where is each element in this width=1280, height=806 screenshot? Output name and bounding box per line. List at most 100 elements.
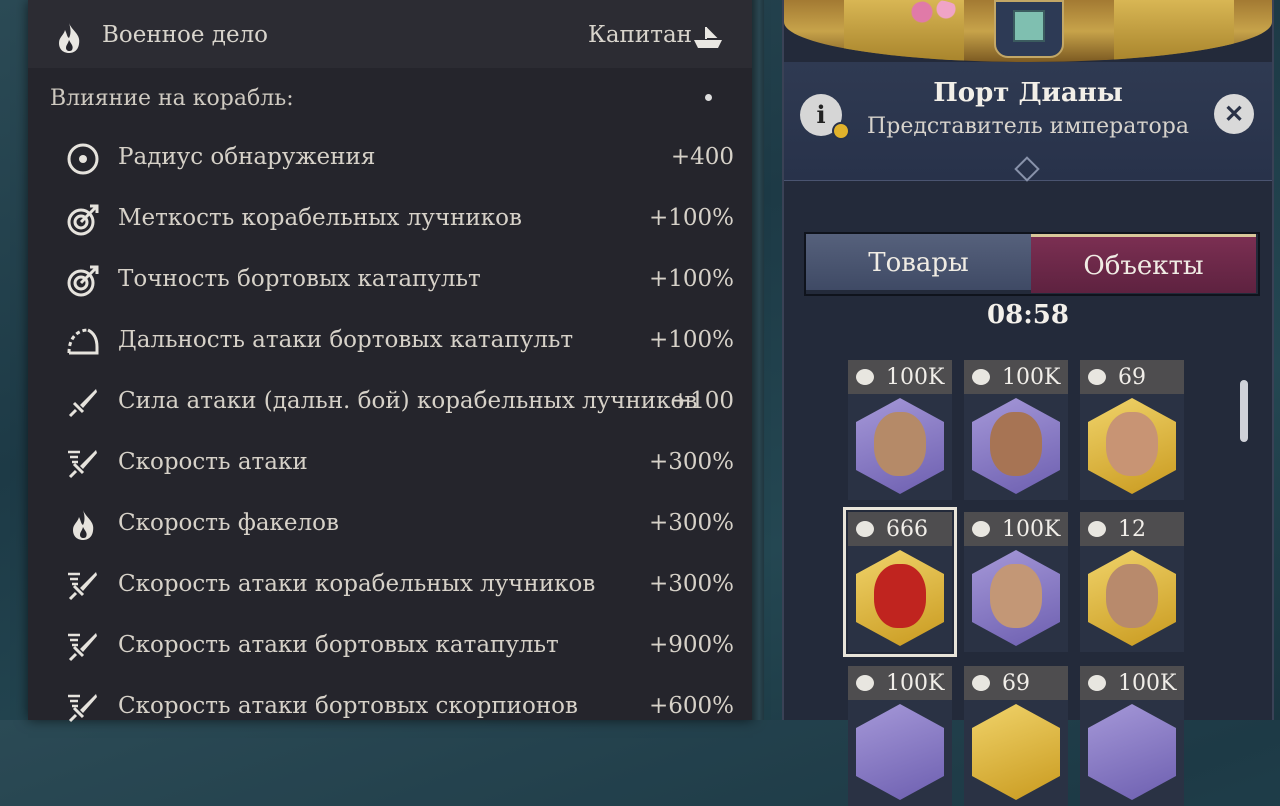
stat-label: Скорость атаки bbox=[118, 449, 308, 475]
price-value: 100K bbox=[1002, 517, 1061, 542]
item-card[interactable]: 100K bbox=[848, 360, 952, 500]
stat-value: +100% bbox=[648, 266, 734, 292]
section-label: Влияние на корабль: bbox=[50, 86, 294, 111]
item-grid: 100K 100K 69 666 100K 12 100K 69 100K bbox=[843, 360, 1188, 806]
stat-label: Скорость атаки корабельных лучников bbox=[118, 571, 596, 597]
stat-label: Точность бортовых катапульт bbox=[118, 266, 481, 292]
target-icon bbox=[67, 143, 99, 175]
stat-row: Точность бортовых катапульт +100% bbox=[28, 252, 752, 310]
portrait bbox=[990, 412, 1042, 476]
item-card[interactable]: 100K bbox=[1080, 666, 1184, 806]
stat-value: +400 bbox=[670, 144, 734, 170]
stat-row: Скорость факелов +300% bbox=[28, 496, 752, 554]
item-card[interactable]: 12 bbox=[1080, 512, 1184, 652]
price-tag: 12 bbox=[1080, 512, 1184, 546]
stat-label: Сила атаки (дальн. бой) корабельных лучн… bbox=[118, 388, 698, 414]
item-card[interactable]: 100K bbox=[848, 666, 952, 806]
item-card[interactable]: 69 bbox=[964, 666, 1068, 806]
port-subtitle: Представитель императора bbox=[867, 114, 1189, 139]
flame-icon bbox=[59, 23, 80, 53]
price-tag: 69 bbox=[964, 666, 1068, 700]
fast-sword-icon bbox=[68, 572, 97, 601]
rank-label: Капитан bbox=[588, 22, 692, 48]
tooltip-title: Военное дело bbox=[102, 22, 269, 48]
stat-row: Дальность атаки бортовых катапульт +100% bbox=[28, 313, 752, 371]
port-banner bbox=[784, 0, 1272, 62]
coin-icon bbox=[856, 675, 874, 691]
bullseye-arrow-icon bbox=[67, 265, 99, 297]
item-card[interactable]: 100K bbox=[964, 512, 1068, 652]
price-value: 666 bbox=[886, 517, 928, 542]
portrait-frame bbox=[1088, 704, 1176, 800]
stat-value: +100 bbox=[670, 388, 734, 414]
stat-label: Скорость атаки бортовых катапульт bbox=[118, 632, 559, 658]
stat-value: +300% bbox=[648, 449, 734, 475]
portrait bbox=[874, 564, 926, 628]
skill-tooltip: Военное дело Капитан Влияние на корабль:… bbox=[28, 0, 753, 723]
price-value: 100K bbox=[1002, 365, 1061, 390]
port-tabs: Товары Объекты bbox=[804, 232, 1260, 296]
price-value: 100K bbox=[886, 365, 945, 390]
flame-icon bbox=[73, 510, 94, 540]
coin-icon bbox=[1088, 675, 1106, 691]
stat-value: +300% bbox=[648, 571, 734, 597]
stat-value: +600% bbox=[648, 693, 734, 719]
port-title: Порт Дианы bbox=[933, 78, 1123, 108]
ship-icon bbox=[694, 27, 722, 48]
price-value: 69 bbox=[1118, 365, 1146, 390]
scrollbar-thumb[interactable] bbox=[1240, 380, 1248, 442]
item-card[interactable]: 100K bbox=[964, 360, 1068, 500]
port-emblem bbox=[994, 0, 1064, 58]
stat-label: Скорость атаки бортовых скорпионов bbox=[118, 693, 578, 719]
portrait bbox=[1106, 412, 1158, 476]
coin-icon bbox=[856, 369, 874, 385]
stat-row: Меткость корабельных лучников +100% bbox=[28, 191, 752, 249]
stat-label: Радиус обнаружения bbox=[118, 144, 376, 170]
port-panel: i Порт Дианы Представитель императора ✕ … bbox=[782, 0, 1274, 806]
stat-row: Скорость атаки бортовых катапульт +900% bbox=[28, 618, 752, 676]
price-tag: 100K bbox=[964, 512, 1068, 546]
stat-row: Скорость атаки корабельных лучников +300… bbox=[28, 557, 752, 615]
stat-value: +300% bbox=[648, 510, 734, 536]
divider-ornament bbox=[1014, 156, 1040, 182]
coin-icon bbox=[856, 521, 874, 537]
sword-icon bbox=[68, 389, 97, 418]
close-button[interactable]: ✕ bbox=[1214, 94, 1254, 134]
coin-icon bbox=[972, 521, 990, 537]
coin-icon bbox=[972, 369, 990, 385]
stat-value: +100% bbox=[648, 205, 734, 231]
stat-row: Сила атаки (дальн. бой) корабельных лучн… bbox=[28, 374, 752, 432]
portrait-frame bbox=[972, 704, 1060, 800]
bullet-dot bbox=[705, 94, 712, 101]
bullseye-arrow-icon bbox=[67, 204, 99, 236]
stat-label: Меткость корабельных лучников bbox=[118, 205, 522, 231]
banner-figure-right bbox=[1114, 0, 1234, 62]
price-value: 100K bbox=[886, 671, 945, 696]
price-tag: 100K bbox=[848, 666, 952, 700]
portrait bbox=[1106, 564, 1158, 628]
item-card-selected[interactable]: 666 bbox=[843, 507, 957, 657]
stat-row: Скорость атаки +300% bbox=[28, 435, 752, 493]
banner-flowers bbox=[904, 0, 964, 30]
stat-label: Скорость факелов bbox=[118, 510, 339, 536]
price-value: 69 bbox=[1002, 671, 1030, 696]
sea-background bbox=[752, 0, 764, 720]
item-card[interactable]: 69 bbox=[1080, 360, 1184, 500]
price-value: 100K bbox=[1118, 671, 1177, 696]
stat-row: Радиус обнаружения +400 bbox=[28, 130, 752, 188]
tab-goods[interactable]: Товары bbox=[806, 234, 1031, 290]
coin-icon bbox=[1088, 369, 1106, 385]
stat-row: Скорость атаки бортовых скорпионов +600% bbox=[28, 679, 752, 737]
coin-icon bbox=[972, 675, 990, 691]
price-tag: 100K bbox=[848, 360, 952, 394]
tab-objects[interactable]: Объекты bbox=[1031, 234, 1256, 293]
price-tag: 69 bbox=[1080, 360, 1184, 394]
range-arc-icon bbox=[67, 328, 99, 355]
coin-icon bbox=[1088, 521, 1106, 537]
stat-value: +100% bbox=[648, 327, 734, 353]
price-tag: 100K bbox=[1080, 666, 1184, 700]
portrait-frame bbox=[856, 704, 944, 800]
price-value: 12 bbox=[1118, 517, 1146, 542]
tooltip-header: Военное дело Капитан bbox=[28, 0, 752, 68]
port-header: i Порт Дианы Представитель императора ✕ bbox=[784, 62, 1272, 182]
